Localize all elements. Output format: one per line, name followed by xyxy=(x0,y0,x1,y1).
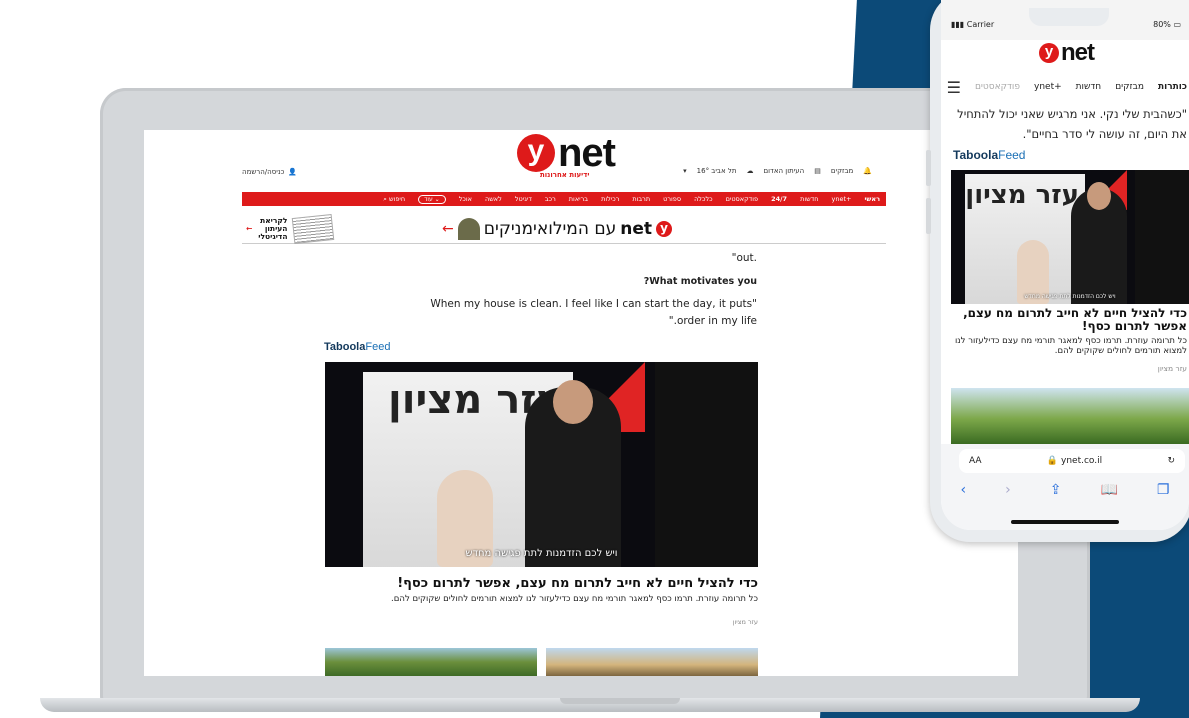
sponsored-source: עזר מציון xyxy=(732,618,758,626)
arrow-left-icon: ← xyxy=(442,221,454,237)
taboola-feed-label: TaboolaFeed xyxy=(324,341,391,353)
phone-screen: ▮▮▮ Carrier 80% ▭ y net כותרות מבזקים חד… xyxy=(941,0,1189,530)
text-size-button[interactable]: AA xyxy=(969,456,982,466)
reload-icon[interactable]: ↻ xyxy=(1167,456,1175,466)
logo-tagline: ידיעות אחרונות xyxy=(540,171,590,179)
signal-icon: ▮▮▮ xyxy=(951,20,965,29)
search-icon: ⌕ xyxy=(383,194,387,203)
nav-item-cars[interactable]: רכב xyxy=(545,195,556,203)
nav-search-button[interactable]: ⌕ חיפוש xyxy=(383,195,405,204)
battery-indicator: 80% ▭ xyxy=(1153,20,1181,29)
weather-chevron-icon[interactable]: ▾ xyxy=(683,167,687,175)
newspaper-icon: ▤ xyxy=(814,167,821,175)
carrier-label: ▮▮▮ Carrier xyxy=(951,20,995,29)
banner-headline: y net עם המילואימניקים ← xyxy=(442,218,673,240)
hero-man-head xyxy=(1087,182,1111,210)
nav-item-sport[interactable]: ספורט xyxy=(663,195,681,203)
nav-item-culture[interactable]: תרבות xyxy=(632,195,650,203)
bookmarks-icon[interactable]: 📖 xyxy=(1100,482,1117,498)
site-logo[interactable]: y net xyxy=(517,131,616,175)
phone-taboola-label: TaboolaFeed xyxy=(953,148,1026,162)
phone-feed-thumbnail[interactable] xyxy=(951,388,1189,444)
logo-y-icon: y xyxy=(517,134,555,172)
lock-icon: 🔒 xyxy=(1046,456,1059,466)
feed-thumbnail-trees[interactable] xyxy=(325,648,537,676)
phone-nav-ynet-plus[interactable]: ynet+ xyxy=(1034,82,1062,92)
soldier-image xyxy=(457,218,480,240)
nav-item-gossip[interactable]: רכילות xyxy=(601,195,619,203)
weather-widget[interactable]: 16° תל אביב xyxy=(697,167,737,175)
sponsored-hero-image[interactable]: עזר מציון ויש לכם הזדמנות לתת פגישה מחדש xyxy=(325,362,758,567)
phone-volume-button xyxy=(926,198,931,234)
hero-caption: ויש לכם הזדמנות לתת פגישה מחדש xyxy=(1024,293,1116,300)
logo-net-text: net xyxy=(558,131,616,175)
logo-y-icon: y xyxy=(1039,43,1059,63)
laptop-notch xyxy=(560,698,680,704)
hamburger-menu-icon[interactable]: ☰ xyxy=(947,78,961,97)
hero-man-head xyxy=(553,380,593,424)
nav-item-digital[interactable]: דיגיטל xyxy=(515,195,532,203)
phone-hero-image[interactable]: עזר מציון ויש לכם הזדמנות לתת פגישה מחדש xyxy=(951,170,1189,304)
phone-sponsored-description: כל תרומה עוזרת. תרמו כסף למאגר תורמי מח … xyxy=(954,336,1187,356)
safari-tools: ‹ › ⇪ 📖 ❐ xyxy=(941,482,1189,498)
subscribers-link[interactable]: מבזקים xyxy=(831,167,853,175)
phone-nav-headlines[interactable]: כותרות xyxy=(1158,82,1187,92)
nav-item-24-7[interactable]: 24/7 xyxy=(771,195,787,203)
nav-item-health[interactable]: בריאות xyxy=(569,195,588,203)
newspaper-link[interactable]: העיתון האדום xyxy=(763,167,804,175)
newspaper-thumbnail xyxy=(292,213,335,245)
battery-icon: ▭ xyxy=(1173,20,1181,29)
phone-volume-button xyxy=(926,150,931,186)
cloud-icon: ☁ xyxy=(746,167,754,175)
article-text-out: .out" xyxy=(731,252,757,264)
bell-icon[interactable]: 🔔 xyxy=(863,167,872,175)
sponsored-headline[interactable]: כדי להציל חיים לא חייב לתרום מח עצם, אפש… xyxy=(325,576,758,591)
header-utilities: ▾ 16° תל אביב ☁ העיתון האדום ▤ מבזקים 🔔 xyxy=(683,167,872,175)
phone-sponsored-source: עזר מציון xyxy=(1157,364,1187,373)
nav-item-ynet-plus[interactable]: ynet+ xyxy=(832,195,852,203)
phone-sponsored-headline[interactable]: כדי להציל חיים לא חייב לתרום מח עצם, אפש… xyxy=(945,307,1187,333)
phone-nav: כותרות מבזקים חדשות ynet+ פודקאסטים ☰ xyxy=(941,76,1189,98)
phone-nav-news[interactable]: חדשות xyxy=(1076,82,1102,92)
laptop-screen: y net ידיעות אחרונות כניסה/הרשמה 👤 ▾ 16°… xyxy=(144,130,1018,676)
logo-net-text: net xyxy=(1061,39,1095,66)
hero-curtain xyxy=(1135,170,1189,304)
article-answer-2: order in my life." xyxy=(668,315,757,327)
nav-item-economy[interactable]: כלכלה xyxy=(694,195,713,203)
back-icon[interactable]: ‹ xyxy=(961,482,967,498)
phone-nav-podcasts[interactable]: פודקאסטים xyxy=(975,82,1020,92)
article-question: What motivates you? xyxy=(643,276,757,287)
tabs-icon[interactable]: ❐ xyxy=(1157,482,1170,498)
phone-site-logo[interactable]: y net xyxy=(1039,39,1095,66)
feed-thumbnail-building[interactable] xyxy=(546,648,758,676)
home-indicator xyxy=(1011,520,1119,524)
hero-curtain xyxy=(655,362,758,567)
share-icon[interactable]: ⇪ xyxy=(1050,482,1062,498)
phone-nav-flash[interactable]: מבזקים xyxy=(1115,82,1144,92)
phone-status-bar: ▮▮▮ Carrier 80% ▭ xyxy=(941,0,1189,40)
banner-y-icon: y xyxy=(656,221,673,237)
nav-item-news[interactable]: חדשות xyxy=(800,195,818,203)
address-bar[interactable]: AA 🔒 ynet.co.il ↻ xyxy=(959,449,1185,473)
sponsored-description: כל תרומה עוזרת. תרמו כסף למאגר תורמי מח … xyxy=(391,594,758,604)
nav-item-women[interactable]: לאשה xyxy=(485,195,502,203)
safari-toolbar: AA 🔒 ynet.co.il ↻ ‹ › ⇪ 📖 ❐ xyxy=(941,444,1189,530)
digital-paper-link[interactable]: לקריאת העיתון הדיגיטלי ← xyxy=(246,213,335,245)
article-answer-1: "When my house is clean. I feel like I c… xyxy=(430,298,757,310)
url-text: 🔒 ynet.co.il xyxy=(1046,456,1103,466)
user-icon: 👤 xyxy=(288,168,298,176)
promo-banner[interactable]: y net עם המילואימניקים ← לקריאת העיתון ה… xyxy=(242,213,886,245)
nav-item-home[interactable]: ראשי xyxy=(865,195,881,203)
phone-article-quote: "כשהבית שלי נקי. אני מרגיש שאני יכול להת… xyxy=(957,107,1187,141)
forward-icon[interactable]: › xyxy=(1005,482,1011,498)
login-link[interactable]: כניסה/הרשמה 👤 xyxy=(242,168,297,176)
nav-more-button[interactable]: עוד ⌄ xyxy=(418,194,446,204)
nav-item-food[interactable]: אוכל xyxy=(459,195,472,203)
phone-notch xyxy=(1029,8,1109,26)
hero-caption: ויש לכם הזדמנות לתת פגישה מחדש xyxy=(465,548,618,559)
main-nav: ראשי ynet+ חדשות 24/7 פודקאסטים כלכלה ספ… xyxy=(242,192,886,206)
arrow-left-icon: ← xyxy=(246,224,253,233)
nav-item-podcasts[interactable]: פודקאסטים xyxy=(726,195,759,203)
